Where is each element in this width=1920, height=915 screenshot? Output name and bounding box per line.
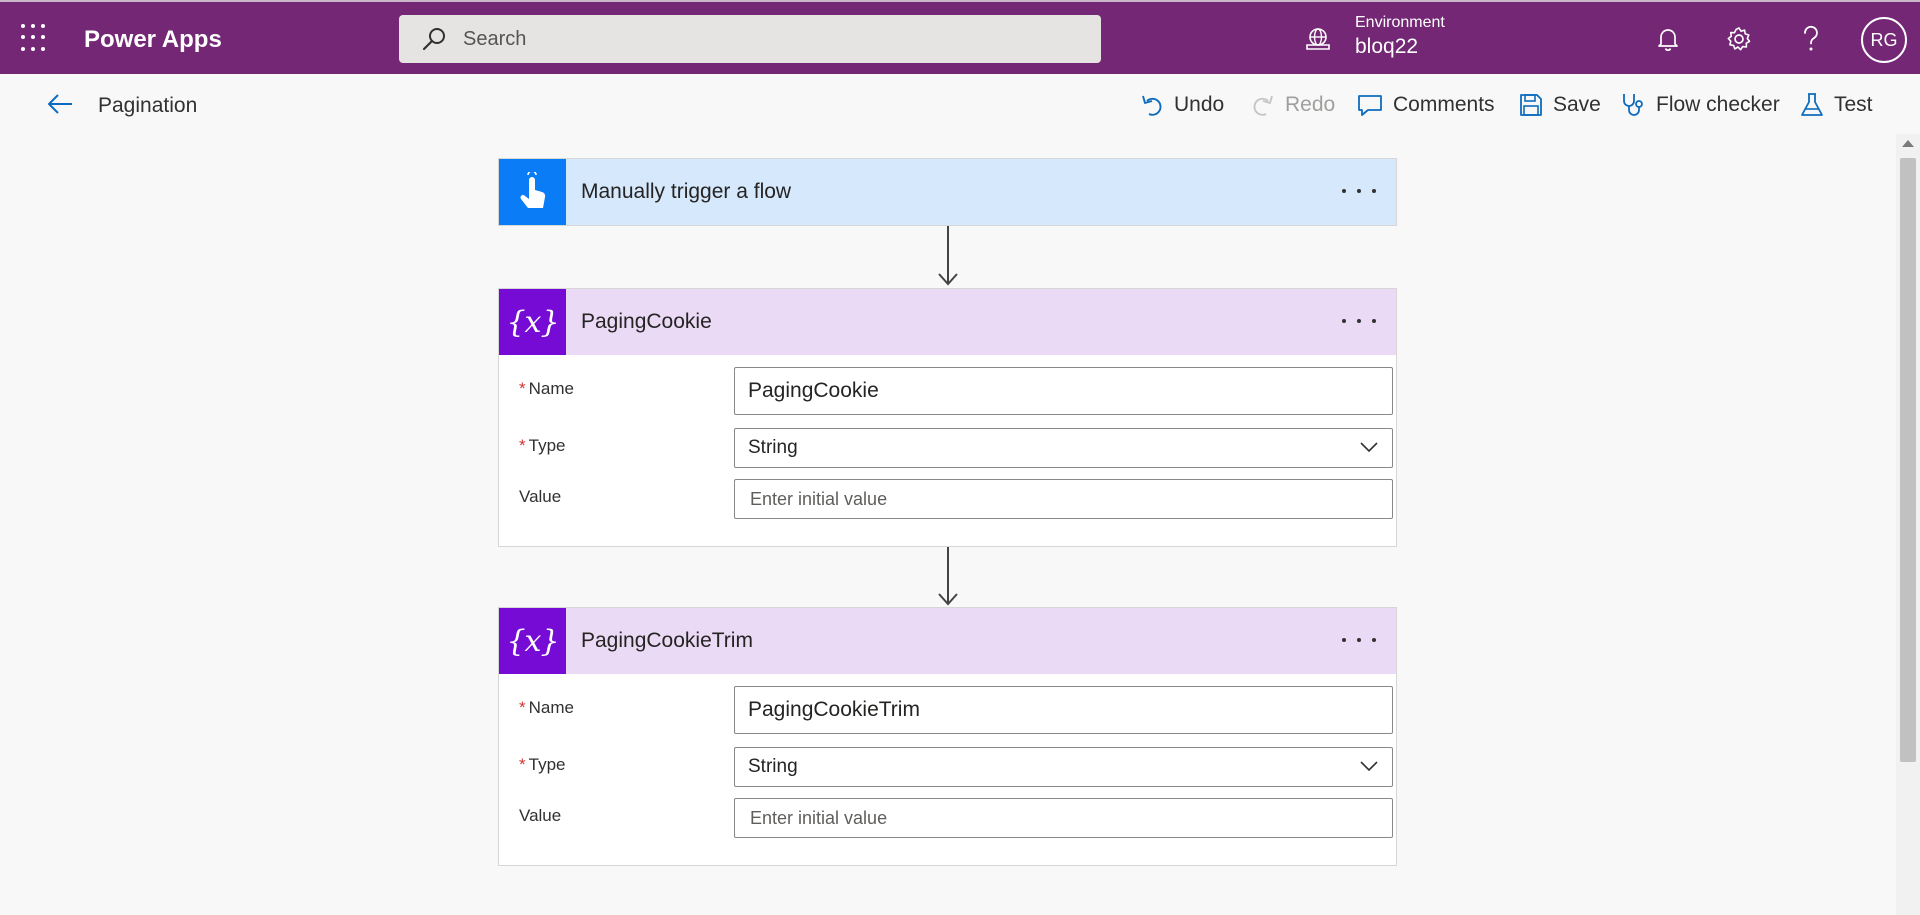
name-row: * Name PagingCookieTrim <box>519 686 1393 747</box>
name-label-text: Name <box>528 698 574 717</box>
more-options-icon[interactable] <box>1342 181 1376 201</box>
undo-icon <box>1142 95 1162 116</box>
name-field[interactable]: PagingCookie <box>734 367 1393 415</box>
variable-tile: {x} <box>499 608 566 674</box>
chevron-down-icon <box>1360 761 1378 772</box>
scroll-thumb[interactable] <box>1900 158 1916 762</box>
vertical-scrollbar[interactable] <box>1896 134 1920 915</box>
avatar[interactable]: RG <box>1861 17 1907 63</box>
scroll-up-arrow-icon[interactable] <box>1902 140 1914 147</box>
save-button[interactable]: Save <box>1519 90 1601 120</box>
redo-button[interactable]: Redo <box>1251 90 1335 120</box>
flask-icon <box>1801 93 1823 116</box>
type-dropdown-value: String <box>748 756 798 777</box>
required-marker: * <box>519 698 526 717</box>
name-label: * Name <box>519 379 574 399</box>
back-button[interactable] <box>44 90 76 118</box>
connector-arrow <box>938 226 958 286</box>
variable-card-header[interactable]: {x} PagingCookie <box>499 289 1396 355</box>
bell-icon[interactable] <box>1653 24 1683 54</box>
flow-checker-button[interactable]: Flow checker <box>1620 90 1780 120</box>
test-button[interactable]: Test <box>1800 90 1873 120</box>
type-row: * Type String <box>519 747 1393 798</box>
variable-card-body: * Name PagingCookieTrim * Type String Valu… <box>499 674 1396 858</box>
globe-icon[interactable] <box>1304 26 1332 52</box>
search-icon <box>422 28 445 51</box>
value-label: Value <box>519 806 562 825</box>
search-input[interactable] <box>463 27 1063 51</box>
chevron-down-icon <box>1360 442 1378 453</box>
variable-tile: {x} <box>499 289 566 355</box>
more-options-icon[interactable] <box>1342 311 1376 331</box>
touch-hand-icon <box>520 172 545 208</box>
question-mark-icon[interactable] <box>1796 24 1826 54</box>
name-field-value: PagingCookieTrim <box>748 698 920 721</box>
type-label-text: Type <box>528 755 566 774</box>
variable-braces-icon: {x} <box>506 304 559 340</box>
redo-label: Redo <box>1285 93 1336 116</box>
trigger-tile <box>499 159 566 225</box>
connector-arrow <box>938 547 958 606</box>
app-launcher-icon[interactable] <box>21 24 49 52</box>
environment-value[interactable]: bloq22 <box>1355 35 1418 59</box>
comments-button[interactable]: Comments <box>1357 90 1495 120</box>
required-marker: * <box>519 755 526 774</box>
value-label: Value <box>519 487 562 506</box>
variable-title: PagingCookieTrim <box>581 629 753 652</box>
app-title[interactable]: Power Apps <box>84 26 222 54</box>
value-row: Value Enter initial value <box>519 479 1393 519</box>
redo-icon <box>1253 95 1273 116</box>
variable-card-body: * Name PagingCookie * Type String Value En… <box>499 355 1396 539</box>
gear-icon[interactable] <box>1724 24 1754 54</box>
more-options-icon[interactable] <box>1342 630 1376 650</box>
name-field-value: PagingCookie <box>748 379 879 402</box>
value-field[interactable]: Enter initial value <box>734 479 1393 519</box>
variable-title: PagingCookie <box>581 310 712 333</box>
type-dropdown[interactable]: String <box>734 428 1393 468</box>
undo-label: Undo <box>1174 93 1225 116</box>
comments-label: Comments <box>1393 93 1495 116</box>
stethoscope-icon <box>1623 94 1643 116</box>
type-dropdown[interactable]: String <box>734 747 1393 787</box>
type-row: * Type String <box>519 428 1393 479</box>
test-label: Test <box>1834 93 1873 116</box>
type-label: * Type <box>519 436 565 456</box>
save-label: Save <box>1553 93 1601 116</box>
variable-card[interactable]: {x} PagingCookie * Name PagingCookie * Typ… <box>498 288 1397 547</box>
type-dropdown-value: String <box>748 437 798 458</box>
command-bar: Pagination Undo Redo Comments Save Flow … <box>0 74 1920 134</box>
search-box[interactable] <box>399 15 1101 63</box>
undo-button[interactable]: Undo <box>1140 90 1224 120</box>
type-label-text: Type <box>528 436 566 455</box>
value-field-placeholder: Enter initial value <box>750 807 888 828</box>
name-row: * Name PagingCookie <box>519 367 1393 428</box>
trigger-card-header[interactable]: Manually trigger a flow <box>499 159 1396 225</box>
trigger-title: Manually trigger a flow <box>581 180 792 203</box>
variable-braces-icon: {x} <box>506 623 559 659</box>
top-header-bar: Power Apps Environment bloq22 RG <box>0 0 1920 74</box>
comment-icon <box>1358 95 1382 116</box>
required-marker: * <box>519 379 526 398</box>
type-label: * Type <box>519 755 565 775</box>
value-field-placeholder: Enter initial value <box>750 488 888 509</box>
flow-name: Pagination <box>98 94 198 117</box>
value-row: Value Enter initial value <box>519 798 1393 838</box>
save-icon <box>1520 94 1542 116</box>
name-label: * Name <box>519 698 574 718</box>
variable-card-header[interactable]: {x} PagingCookieTrim <box>499 608 1396 674</box>
required-marker: * <box>519 436 526 455</box>
arrow-left-icon <box>48 94 72 114</box>
trigger-card[interactable]: Manually trigger a flow <box>498 158 1397 226</box>
variable-card[interactable]: {x} PagingCookieTrim * Name PagingCookieT… <box>498 607 1397 866</box>
flow-checker-label: Flow checker <box>1656 93 1780 116</box>
environment-label: Environment <box>1355 14 1445 31</box>
value-field[interactable]: Enter initial value <box>734 798 1393 838</box>
name-field[interactable]: PagingCookieTrim <box>734 686 1393 734</box>
name-label-text: Name <box>528 379 574 398</box>
